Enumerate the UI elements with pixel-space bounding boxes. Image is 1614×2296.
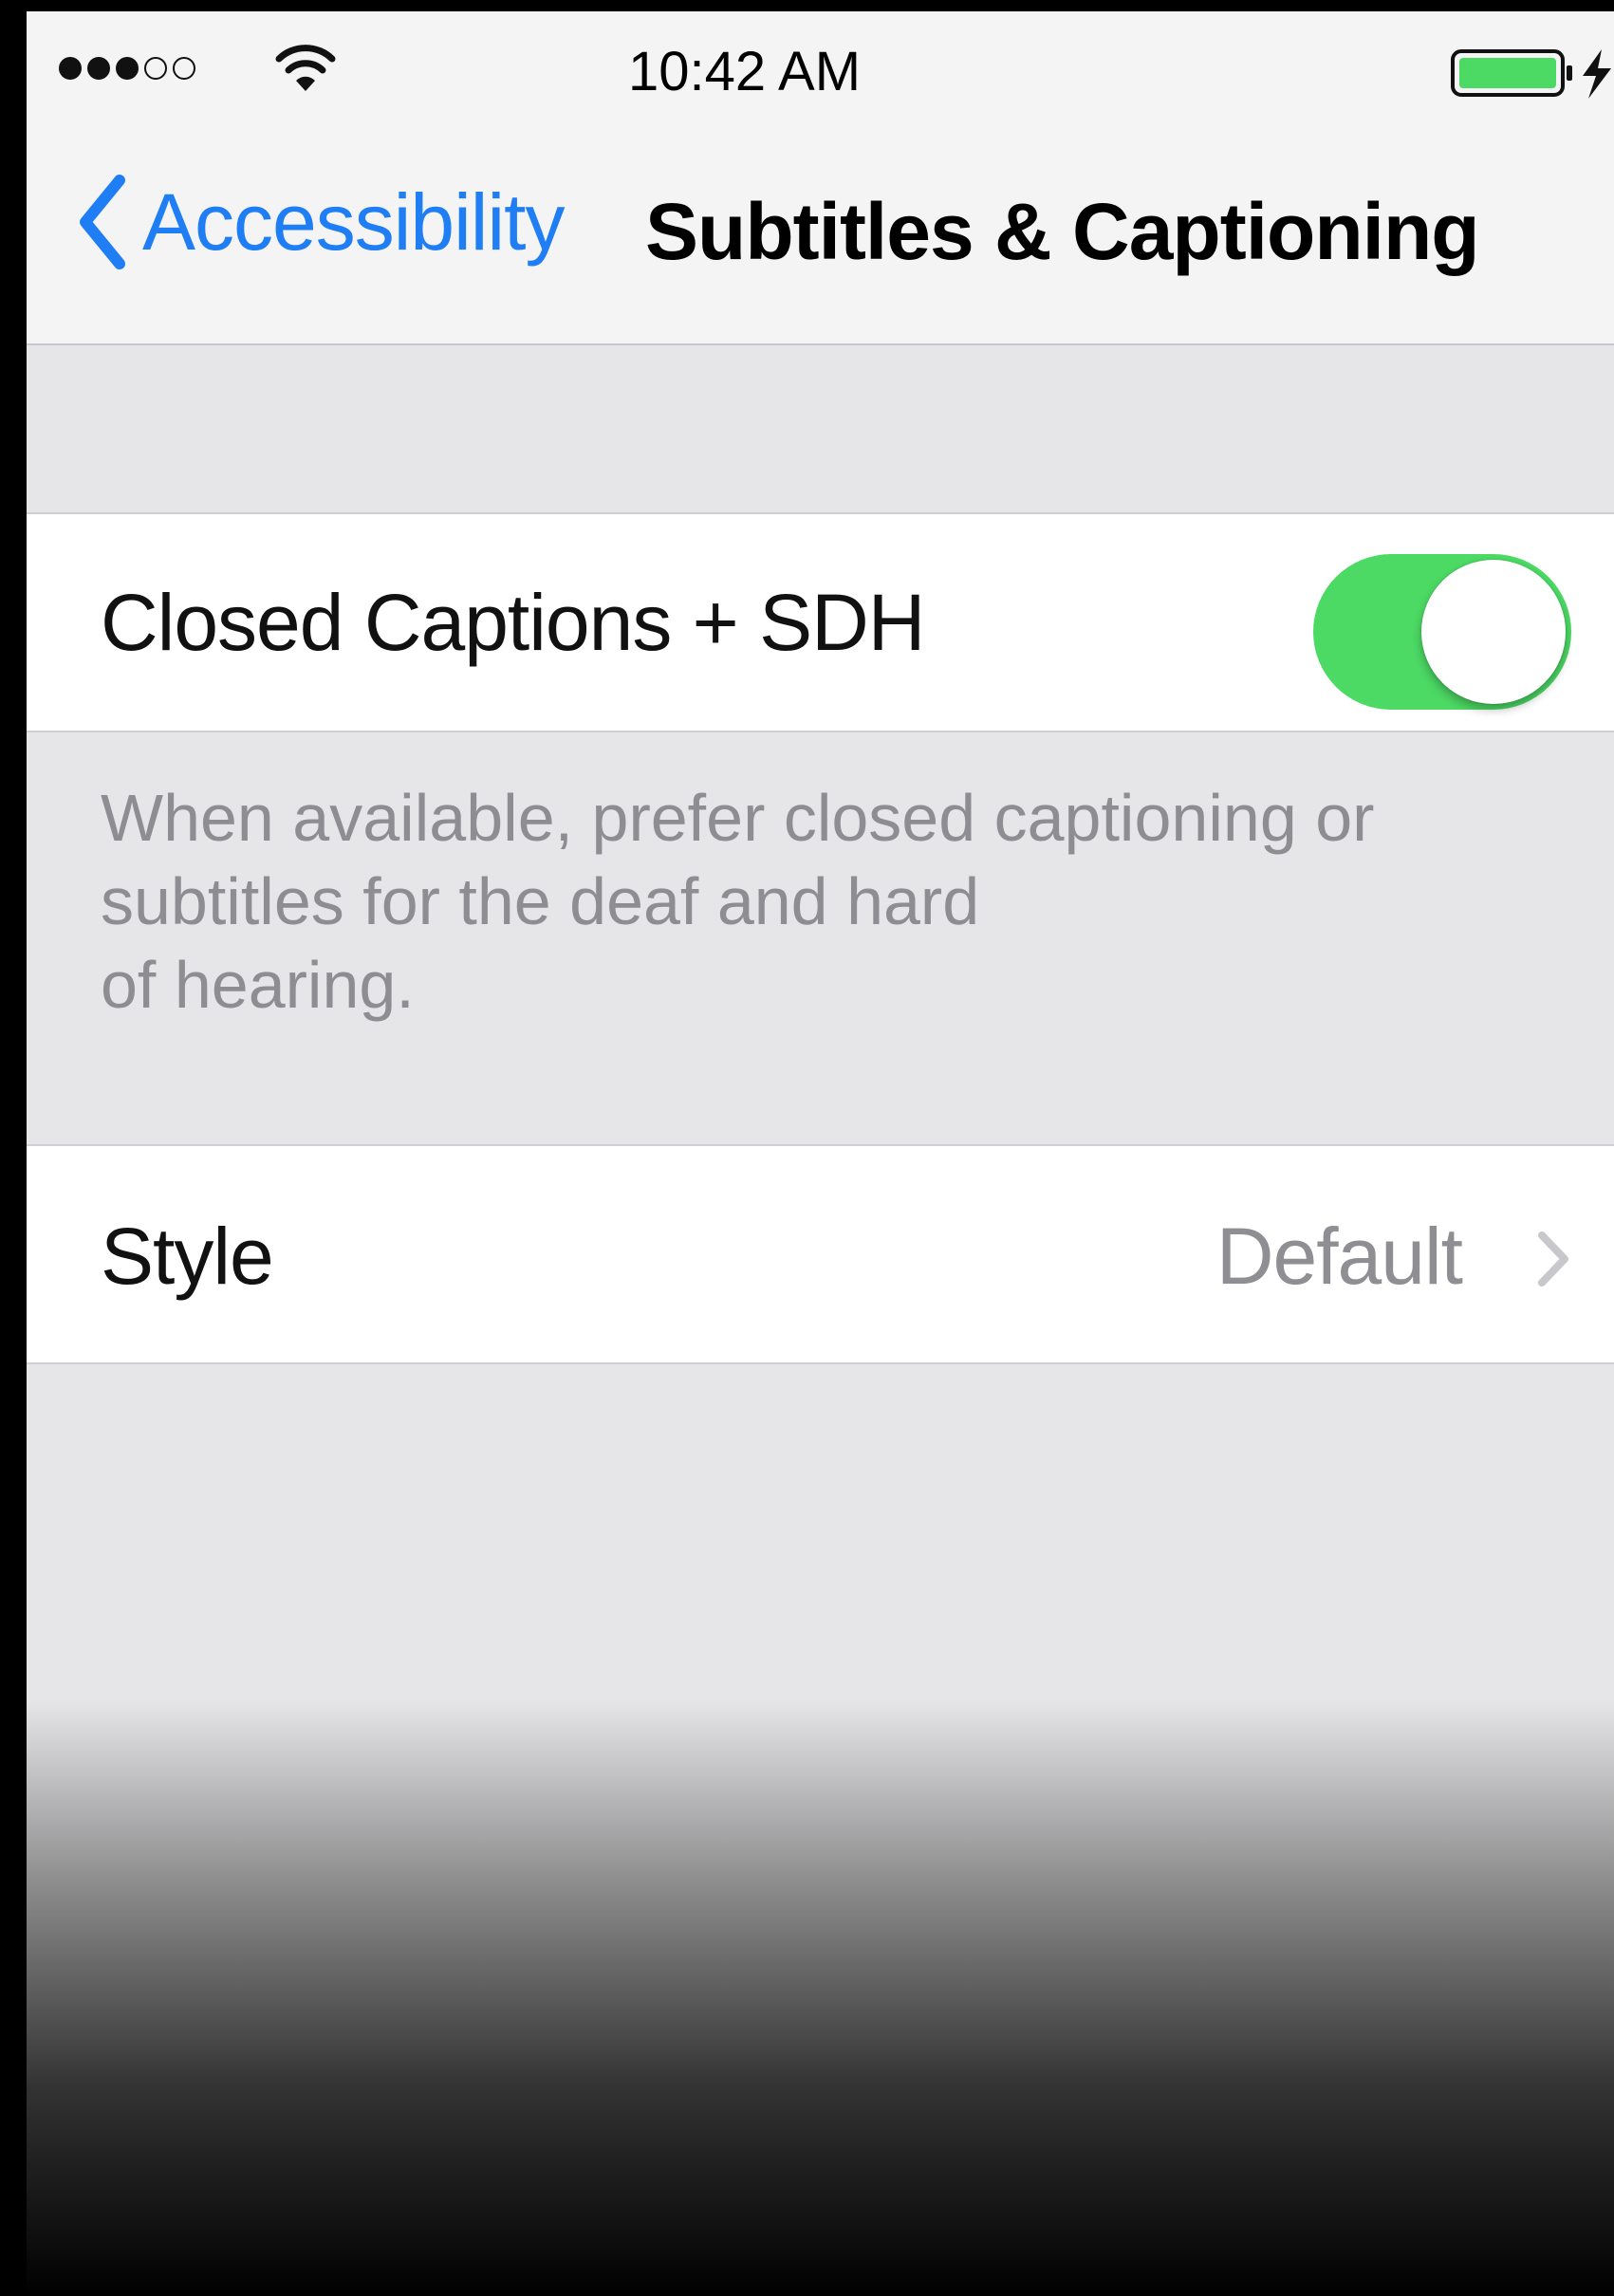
chevron-right-icon <box>1538 1231 1568 1287</box>
battery-charging-icon <box>1451 49 1611 99</box>
style-label: Style <box>101 1212 274 1301</box>
style-value: Default <box>1215 1212 1463 1301</box>
chevron-left-icon <box>80 175 125 269</box>
closed-captions-row: Closed Captions + SDH <box>27 512 1614 732</box>
bottom-fade-overlay <box>27 1700 1614 2296</box>
closed-captions-toggle[interactable] <box>1313 554 1571 710</box>
captions-footer-note: When available, prefer closed captioning… <box>101 781 1375 1022</box>
navigation-bar: Accessibility Subtitles & Captioning <box>27 123 1614 345</box>
closed-captions-label: Closed Captions + SDH <box>101 578 925 667</box>
style-row[interactable]: Style Default <box>27 1144 1614 1364</box>
page-title: Subtitles & Captioning <box>645 187 1480 276</box>
back-button-label: Accessibility <box>142 176 565 267</box>
status-bar: 10:42 AM <box>27 11 1614 123</box>
back-button[interactable]: Accessibility <box>74 169 565 275</box>
screen: 10:42 AM Accessibility Subtitles & Capti… <box>27 11 1614 2296</box>
status-time: 10:42 AM <box>627 41 862 102</box>
toggle-knob <box>1421 560 1566 704</box>
